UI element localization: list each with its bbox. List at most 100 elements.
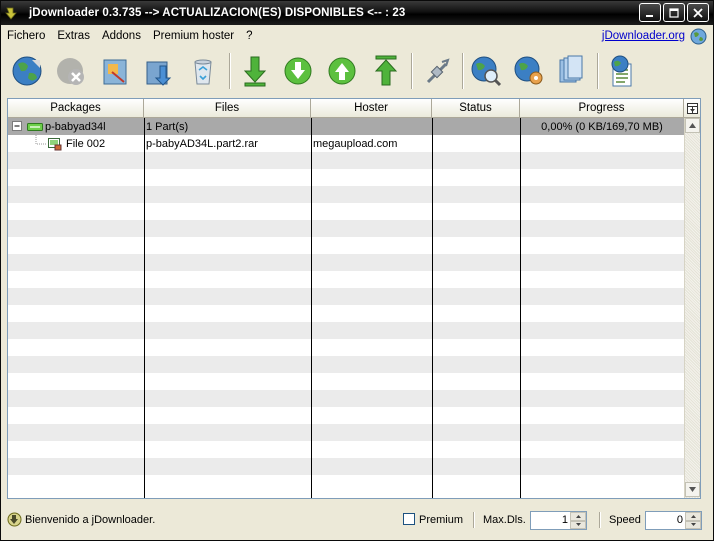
empty-row <box>8 288 684 305</box>
clipboard-icon <box>559 55 583 83</box>
empty-row <box>8 271 684 288</box>
menu-fichero[interactable]: Fichero <box>1 30 51 42</box>
minimize-button[interactable] <box>639 3 661 22</box>
move-up-button[interactable] <box>324 53 360 89</box>
column-header-status[interactable]: Status <box>432 99 520 118</box>
start-download-button[interactable] <box>237 53 273 89</box>
empty-row <box>8 373 684 390</box>
empty-row <box>8 356 684 373</box>
menu-bar: Fichero Extras Addons Premium hoster ? j… <box>1 25 713 47</box>
empty-row <box>8 458 684 475</box>
download-icon <box>146 61 172 86</box>
update-button[interactable] <box>604 53 640 89</box>
empty-row <box>8 237 684 254</box>
arrow-up-icon <box>690 514 696 518</box>
speed-spinner[interactable]: 0 <box>645 511 702 530</box>
file-row[interactable]: File 002 p-babyAD34L.part2.rar megauploa… <box>8 135 684 152</box>
menu-premium-hoster[interactable]: Premium hoster <box>147 30 240 42</box>
premium-label: Premium <box>419 514 464 526</box>
main-window: jDownloader 0.3.735 --> ACTUALIZACION(ES… <box>0 0 714 541</box>
empty-row <box>8 390 684 407</box>
menu-extras[interactable]: Extras <box>51 30 96 42</box>
reconnect-icon <box>426 58 450 84</box>
status-logo-icon <box>7 512 22 527</box>
file-status-cell <box>432 135 520 152</box>
file-progress-cell <box>520 135 684 152</box>
file-name: File 002 <box>66 137 106 150</box>
column-header-packages[interactable]: Packages <box>8 99 144 118</box>
config-button[interactable] <box>511 53 547 89</box>
window-title: jDownloader 0.3.735 --> ACTUALIZACION(ES… <box>29 7 406 19</box>
package-row[interactable]: p-babyad34l 1 Part(s) 0,00% (0 KB/169,70… <box>8 118 684 135</box>
minimize-icon <box>646 14 653 17</box>
premium-checkbox[interactable] <box>403 513 415 525</box>
close-button[interactable] <box>687 3 709 22</box>
close-icon <box>693 7 703 18</box>
status-divider <box>473 512 475 528</box>
empty-row <box>8 186 684 203</box>
packager-button[interactable] <box>97 53 133 89</box>
arrow-down-icon <box>690 523 696 527</box>
collapse-icon[interactable] <box>12 121 23 132</box>
maxdls-decrement-button[interactable] <box>570 520 586 529</box>
scroll-up-button[interactable] <box>685 118 700 133</box>
resume-download-button[interactable] <box>280 53 316 89</box>
maximize-icon <box>669 7 679 18</box>
recycle-bin-button[interactable] <box>185 53 221 89</box>
maxdls-label: Max.Dls. <box>483 514 526 526</box>
package-files-cell: 1 Part(s) <box>146 120 189 133</box>
column-header-progress[interactable]: Progress <box>520 99 684 118</box>
empty-row <box>8 407 684 424</box>
menu-help[interactable]: ? <box>240 30 258 42</box>
update-icon <box>611 55 632 87</box>
toolbar-separator <box>597 53 599 89</box>
status-bar: Bienvenido a jDownloader. Premium Max.Dl… <box>1 506 713 534</box>
column-divider <box>311 118 312 498</box>
file-hoster-cell: megaupload.com <box>313 137 398 150</box>
file-files-cell: p-babyAD34L.part2.rar <box>146 137 258 150</box>
add-links-button[interactable] <box>9 53 45 89</box>
maximize-button[interactable] <box>663 3 685 22</box>
jdownloader-logo-icon <box>5 7 17 20</box>
packager-icon <box>103 59 127 85</box>
remove-button[interactable] <box>53 53 89 89</box>
empty-row <box>8 475 684 492</box>
move-top-button[interactable] <box>368 53 404 89</box>
column-header-files[interactable]: Files <box>144 99 311 118</box>
maxdls-spinner[interactable]: 1 <box>530 511 587 530</box>
status-message: Bienvenido a jDownloader. <box>25 514 156 526</box>
scroll-down-button[interactable] <box>685 482 700 497</box>
remove-icon <box>57 58 84 85</box>
speed-increment-button[interactable] <box>685 512 701 521</box>
clipboard-button[interactable] <box>553 53 589 89</box>
resume-icon <box>284 57 312 85</box>
column-chooser-button[interactable] <box>684 99 700 118</box>
speed-value[interactable]: 0 <box>677 514 683 526</box>
package-name: p-babyad34l <box>45 120 106 133</box>
table-body: p-babyad34l 1 Part(s) 0,00% (0 KB/169,70… <box>8 118 684 498</box>
package-hoster-cell <box>311 118 432 135</box>
vertical-scrollbar[interactable] <box>684 118 700 498</box>
search-button[interactable] <box>468 53 504 89</box>
search-icon <box>471 56 502 87</box>
speed-decrement-button[interactable] <box>685 520 701 529</box>
menu-addons[interactable]: Addons <box>96 30 147 42</box>
empty-row <box>8 254 684 271</box>
title-bar[interactable]: jDownloader 0.3.735 --> ACTUALIZACION(ES… <box>1 1 713 25</box>
config-icon <box>514 56 543 85</box>
start-download-icon <box>243 56 267 87</box>
column-divider <box>520 118 521 498</box>
website-link[interactable]: jDownloader.org <box>602 30 685 42</box>
maxdls-increment-button[interactable] <box>570 512 586 521</box>
speed-label: Speed <box>609 514 641 526</box>
empty-row <box>8 203 684 220</box>
globe-icon[interactable] <box>690 28 707 45</box>
column-header-hoster[interactable]: Hoster <box>311 99 432 118</box>
status-divider <box>599 512 601 528</box>
download-table: Packages Files Hoster Status Progress p-… <box>7 98 701 499</box>
reconnect-button[interactable] <box>419 53 455 89</box>
maxdls-value[interactable]: 1 <box>562 514 568 526</box>
download-dir-button[interactable] <box>141 53 177 89</box>
tree-connector-icon <box>35 135 46 145</box>
empty-row <box>8 169 684 186</box>
